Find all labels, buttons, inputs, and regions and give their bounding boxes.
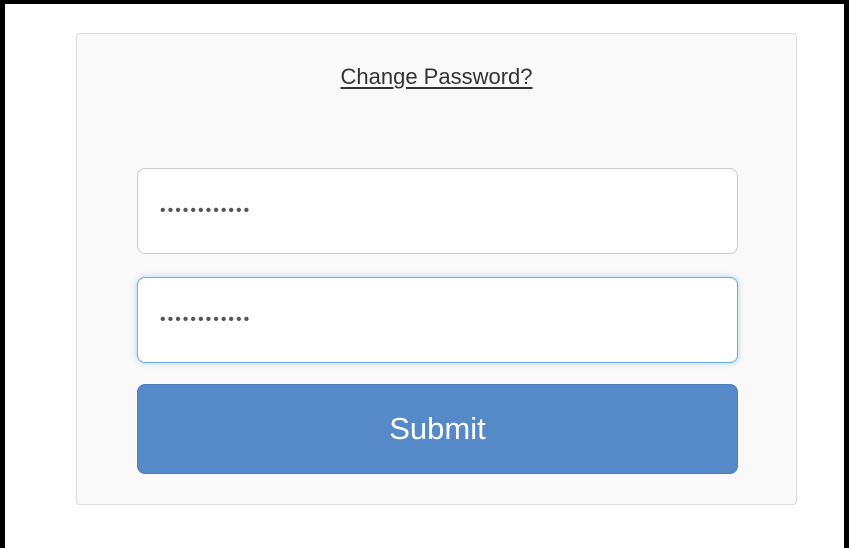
confirm-password-field[interactable] [137, 277, 738, 363]
window-frame: Change Password? Submit [0, 0, 849, 548]
change-password-link[interactable]: Change Password? [77, 63, 796, 91]
submit-button[interactable]: Submit [137, 384, 738, 474]
password-field[interactable] [137, 168, 738, 254]
change-password-form: Change Password? Submit [76, 33, 797, 505]
